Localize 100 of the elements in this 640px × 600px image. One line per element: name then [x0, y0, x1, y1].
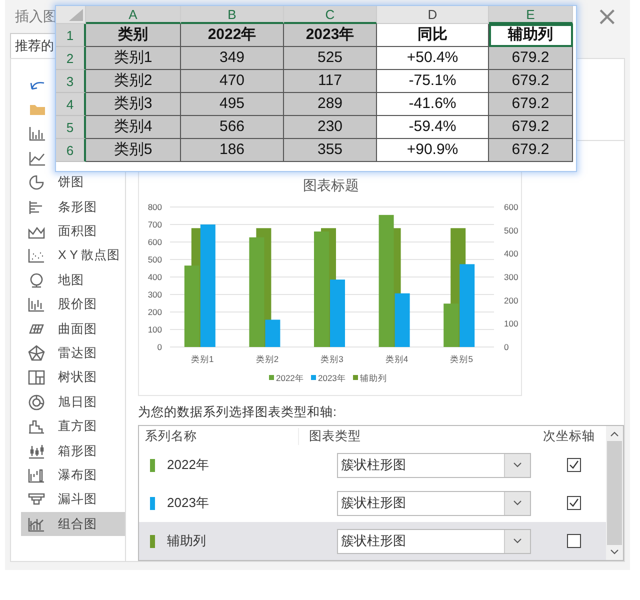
row-number[interactable]: 4 — [56, 93, 86, 116]
sidebar-label: 饼图 — [58, 174, 84, 192]
legend-label: 辅助列 — [360, 373, 387, 383]
sidebar-label: 曲面图 — [58, 320, 97, 338]
table-cell: 类别3 — [86, 93, 181, 116]
sidebar-item[interactable]: 旭日图 — [21, 390, 125, 414]
sidebar-label: 漏斗图 — [58, 491, 97, 508]
sidebar-item[interactable]: 面积图 — [21, 219, 125, 244]
sidebar-label: 地图 — [58, 272, 84, 289]
axis-label: 200 — [504, 295, 518, 306]
category-label: 类别5 — [450, 354, 473, 364]
sidebar-label: 组合图 — [58, 516, 97, 533]
axis-label: 0 — [157, 342, 162, 352]
sidebar-item[interactable]: 雷达图 — [21, 341, 125, 366]
table-cell: 2023年 — [284, 24, 377, 47]
table-cell: 566 — [181, 116, 284, 139]
sidebar-item[interactable]: 树状图 — [21, 366, 125, 390]
table-cell: 辅助列 — [489, 24, 573, 47]
scroll-thumb[interactable] — [607, 441, 622, 545]
series-name: 辅助列 — [167, 532, 207, 550]
row-number[interactable]: 6 — [56, 139, 86, 162]
series-row[interactable]: 2023年 簇状柱形图 — [139, 484, 606, 522]
table-cell: 类别2 — [86, 70, 181, 93]
sidebar-item[interactable]: 饼图 — [21, 170, 125, 195]
checkbox[interactable] — [566, 496, 580, 510]
sidebar-item[interactable]: 直方图 — [21, 414, 125, 439]
axis-label: 100 — [148, 324, 162, 334]
sidebar-item[interactable]: 瀑布图 — [21, 463, 125, 488]
row-number[interactable]: 1 — [56, 24, 86, 47]
sidebar-item[interactable]: 曲面图 — [21, 316, 125, 342]
category-label: 类别1 — [191, 354, 214, 364]
table-cell: 类别 — [86, 24, 181, 47]
sidebar-item[interactable]: 地图 — [21, 268, 125, 293]
row-number[interactable]: 2 — [56, 47, 86, 70]
table-cell: 349 — [181, 47, 284, 70]
table-cell: 289 — [284, 93, 377, 116]
column-heading[interactable]: D — [377, 6, 489, 24]
table-cell: 495 — [181, 93, 284, 116]
sidebar-item[interactable]: 股价图 — [21, 292, 125, 317]
checkbox[interactable] — [566, 458, 580, 472]
sidebar-item[interactable]: 箱形图 — [21, 438, 125, 464]
table-cell: -41.6% — [377, 93, 489, 116]
chevron-down-icon[interactable] — [610, 549, 619, 555]
table-cell: 230 — [284, 116, 377, 139]
chart-type-dropdown[interactable]: 簇状柱形图 — [337, 528, 531, 554]
category-label: 类别3 — [320, 354, 344, 364]
column-heading[interactable]: E — [489, 6, 573, 24]
sunburst-icon — [27, 392, 46, 412]
sidebar-label: 条形图 — [58, 198, 97, 216]
sidebar-label: 树状图 — [58, 369, 97, 386]
column-header: 系列名称 — [139, 428, 299, 444]
row-number[interactable]: 3 — [56, 70, 86, 93]
scrollbar[interactable] — [606, 426, 623, 560]
chevron-up-icon[interactable] — [610, 431, 619, 437]
sidebar-label: X Y 散点图 — [58, 247, 120, 264]
sidebar-label: 箱形图 — [58, 442, 97, 460]
sidebar-item[interactable]: 条形图 — [21, 194, 125, 220]
table-cell: 186 — [181, 139, 284, 162]
sidebar-label: 面积图 — [58, 223, 97, 240]
table-cell: -59.4% — [377, 116, 489, 139]
axis-label: 300 — [504, 272, 518, 282]
table-cell: 679.2 — [489, 116, 573, 139]
stock-chart-icon — [27, 295, 46, 314]
series-row[interactable]: 2022年 簇状柱形图 — [139, 446, 606, 484]
sidebar-label: 瀑布图 — [58, 466, 97, 484]
chevron-down-icon — [513, 500, 522, 506]
table-cell: +50.4% — [377, 47, 489, 70]
series-prompt: 为您的数据系列选择图表类型和轴: — [138, 404, 338, 421]
pie-chart-icon — [27, 173, 46, 192]
series-row[interactable]: 辅助列 簇状柱形图 — [139, 522, 606, 560]
axis-label: 200 — [148, 307, 162, 317]
column-heading[interactable]: B — [181, 6, 284, 24]
scatter-chart-icon — [27, 246, 46, 266]
series-name: 2022年 — [167, 456, 210, 474]
axis-label: 500 — [504, 225, 518, 236]
sidebar-label: 旭日图 — [58, 394, 97, 411]
sidebar-item[interactable]: 漏斗图 — [21, 488, 125, 512]
axis-label: 400 — [504, 248, 518, 259]
axis-label: 600 — [504, 202, 518, 212]
chevron-down-icon — [513, 538, 522, 544]
chart-type-dropdown[interactable]: 簇状柱形图 — [337, 490, 531, 516]
table-cell: 525 — [284, 47, 377, 70]
sidebar-label: 雷达图 — [58, 344, 97, 362]
legend-label: 2022年 — [276, 373, 304, 383]
sidebar-item[interactable]: X Y 散点图 — [21, 244, 125, 268]
treemap-icon — [27, 368, 46, 388]
column-heading[interactable]: A — [86, 6, 181, 24]
table-cell: +90.9% — [377, 139, 489, 162]
checkbox[interactable] — [566, 534, 580, 548]
table-cell: 679.2 — [489, 47, 573, 70]
sidebar-item[interactable]: 组合图 — [21, 512, 125, 536]
table-cell: 679.2 — [489, 93, 573, 116]
axis-label: 700 — [148, 220, 162, 230]
column-heading[interactable]: C — [284, 6, 377, 24]
undo-arrow-icon — [30, 80, 44, 90]
sidebar-label: 股价图 — [58, 296, 97, 314]
row-number[interactable]: 5 — [56, 116, 86, 139]
axis-label: 800 — [148, 202, 162, 212]
category-label: 类别4 — [385, 354, 408, 364]
chart-type-dropdown[interactable]: 簇状柱形图 — [337, 452, 531, 478]
